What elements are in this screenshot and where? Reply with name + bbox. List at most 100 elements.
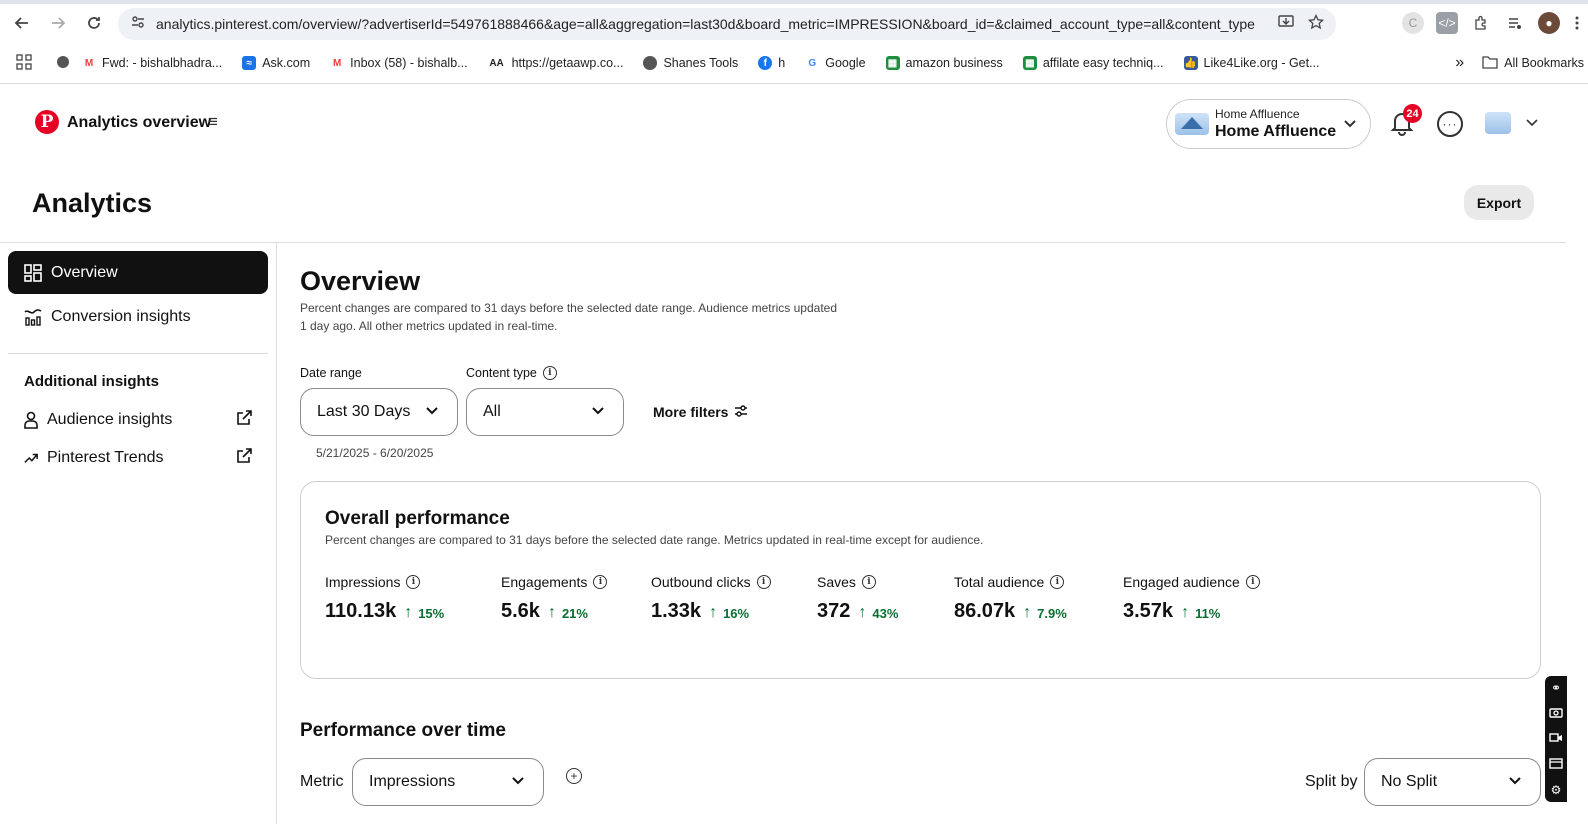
hamburger-menu-icon[interactable]: ≡ xyxy=(208,112,218,132)
info-icon[interactable]: i xyxy=(1245,575,1260,589)
date-range-select[interactable]: Last 30 Days xyxy=(300,388,458,436)
add-metric-icon[interactable]: + xyxy=(566,768,582,784)
pinterest-logo-icon[interactable]: P xyxy=(35,110,59,134)
more-filters-button[interactable]: More filters xyxy=(653,404,748,420)
bookmark-item[interactable]: 👍 Like4Like.org - Get... xyxy=(1183,56,1320,70)
export-button[interactable]: Export xyxy=(1464,185,1534,220)
metric-value: 5.6k xyxy=(501,600,540,622)
arrow-up-icon: ↑ xyxy=(858,604,867,621)
overview-title: Overview xyxy=(300,266,421,296)
window-icon[interactable] xyxy=(1549,757,1563,772)
bookmark-item[interactable]: ≈ Ask.com xyxy=(242,56,310,70)
bookmark-item[interactable]: ▦ affilate easy techniq... xyxy=(1022,56,1164,70)
video-icon[interactable] xyxy=(1549,731,1563,746)
metric-change: 43% xyxy=(872,605,899,621)
metric-engagements[interactable]: Engagements i 5.6k ↑ 21% xyxy=(501,574,608,623)
floating-toolbar: ⚭ ⚙ xyxy=(1545,676,1567,802)
account-name-small: Home Affluence xyxy=(1215,107,1300,121)
bookmark-item[interactable]: AA https://getaawp.co... xyxy=(487,56,624,70)
arrow-up-icon: ↑ xyxy=(404,604,413,621)
all-bookmarks-label: All Bookmarks xyxy=(1504,56,1584,70)
gear-icon[interactable]: ⚙ xyxy=(1551,783,1562,797)
media-control-icon[interactable] xyxy=(1504,12,1526,34)
metric-change: 16% xyxy=(723,605,750,621)
extensions-puzzle-icon[interactable] xyxy=(1470,12,1492,34)
overall-performance-card: Overall performance Percent changes are … xyxy=(300,481,1541,679)
forward-icon[interactable] xyxy=(40,5,76,41)
bookmark-item[interactable]: fh xyxy=(758,56,785,70)
trend-up-icon xyxy=(24,449,38,467)
browser-menu-icon[interactable] xyxy=(1572,12,1582,34)
extension-code-icon[interactable]: </> xyxy=(1436,12,1458,34)
aa-icon: AA xyxy=(487,56,506,70)
metric-label: Total audience xyxy=(954,574,1045,590)
info-icon[interactable]: i xyxy=(542,366,557,380)
info-icon[interactable]: i xyxy=(406,575,421,589)
additional-insights-heading: Additional insights xyxy=(24,373,159,390)
info-icon[interactable]: i xyxy=(861,575,876,589)
info-icon[interactable]: i xyxy=(756,575,771,589)
more-filters-label: More filters xyxy=(653,404,729,420)
site-settings-icon[interactable] xyxy=(130,14,146,35)
sidebar-divider xyxy=(276,242,277,824)
address-bar[interactable]: analytics.pinterest.com/overview/?advert… xyxy=(118,8,1336,40)
profile-avatar-icon[interactable]: ● xyxy=(1538,12,1560,34)
install-icon[interactable] xyxy=(1278,14,1294,34)
metric-label: Impressions xyxy=(325,574,401,590)
split-by-value: No Split xyxy=(1381,773,1438,790)
metric-select[interactable]: Impressions xyxy=(352,758,544,806)
metric-label: Metric xyxy=(300,773,344,790)
content-type-select[interactable]: All xyxy=(466,388,624,436)
bookmark-star-icon[interactable] xyxy=(1307,13,1325,34)
account-switcher[interactable]: Home Affluence Home Affluence xyxy=(1166,99,1371,149)
back-icon[interactable] xyxy=(4,5,40,41)
metric-value: 86.07k xyxy=(954,600,1016,622)
metric-impressions[interactable]: Impressions i 110.13k ↑ 15% xyxy=(325,574,444,623)
sidebar-item-conversion-insights[interactable]: Conversion insights xyxy=(8,295,268,338)
grid-icon xyxy=(24,263,42,282)
performance-over-time-title: Performance over time xyxy=(300,720,506,741)
chevron-down-icon xyxy=(425,403,439,422)
metric-select-value: Impressions xyxy=(369,773,456,790)
extension-c-icon[interactable]: C xyxy=(1402,12,1424,34)
sidebar-item-audience-insights[interactable]: Audience insights xyxy=(8,398,268,441)
info-icon[interactable]: i xyxy=(593,575,608,589)
bookmark-item[interactable]: Shanes Tools xyxy=(643,56,738,70)
all-bookmarks[interactable]: All Bookmarks xyxy=(1482,55,1584,72)
bookmark-item[interactable]: M Fwd: - bishalbhadra... xyxy=(82,56,222,70)
address-row: analytics.pinterest.com/overview/?advert… xyxy=(0,4,1588,42)
metric-total-audience[interactable]: Total audience i 86.07k ↑ 7.9% xyxy=(954,574,1067,623)
account-name: Home Affluence xyxy=(1215,123,1337,140)
bookmark-label: Ask.com xyxy=(262,56,311,70)
bookmark-item[interactable]: M Inbox (58) - bishalb... xyxy=(330,56,468,70)
overview-subtitle: Percent changes are compared to 31 days … xyxy=(300,301,838,333)
bookmark-label: https://getaawp.co... xyxy=(511,56,624,70)
metric-saves[interactable]: Saves i 372 ↑ 43% xyxy=(817,574,898,623)
account-menu-chevron-icon[interactable] xyxy=(1526,114,1538,130)
apps-grid-icon[interactable] xyxy=(16,53,32,73)
bookmark-item[interactable]: G Google xyxy=(805,56,866,70)
avatar[interactable] xyxy=(1485,112,1511,134)
reload-icon[interactable] xyxy=(76,5,112,41)
bookmark-item[interactable]: ▦ amazon business xyxy=(885,56,1003,70)
camera-icon[interactable] xyxy=(1549,706,1563,721)
metric-value: 1.33k xyxy=(651,600,702,622)
bookmark-label: Shanes Tools xyxy=(663,56,739,70)
card-title: Overall performance xyxy=(325,508,510,529)
messages-icon[interactable]: ··· xyxy=(1437,111,1463,137)
globe-icon[interactable] xyxy=(56,55,70,72)
app-title[interactable]: Analytics overview xyxy=(67,114,211,132)
split-by-select[interactable]: No Split xyxy=(1364,758,1541,806)
info-icon[interactable]: i xyxy=(1050,575,1065,589)
metric-outbound-clicks[interactable]: Outbound clicks i 1.33k ↑ 16% xyxy=(651,574,771,623)
metric-value: 110.13k xyxy=(325,600,397,622)
sidebar-item-pinterest-trends[interactable]: Pinterest Trends xyxy=(8,436,268,479)
more-bookmarks-chevron[interactable]: » xyxy=(1455,54,1464,72)
url-text[interactable]: analytics.pinterest.com/overview/?advert… xyxy=(156,16,1256,32)
facebook-icon: f xyxy=(758,56,773,70)
metric-engaged-audience[interactable]: Engaged audience i 3.57k ↑ 11% xyxy=(1123,574,1260,623)
sidebar-item-overview[interactable]: Overview xyxy=(8,251,268,294)
link-icon[interactable]: ⚭ xyxy=(1551,681,1561,695)
bookmarks-bar: M Fwd: - bishalbhadra... ≈ Ask.com M Inbox … xyxy=(0,48,1588,78)
metric-value: 372 xyxy=(817,600,851,622)
